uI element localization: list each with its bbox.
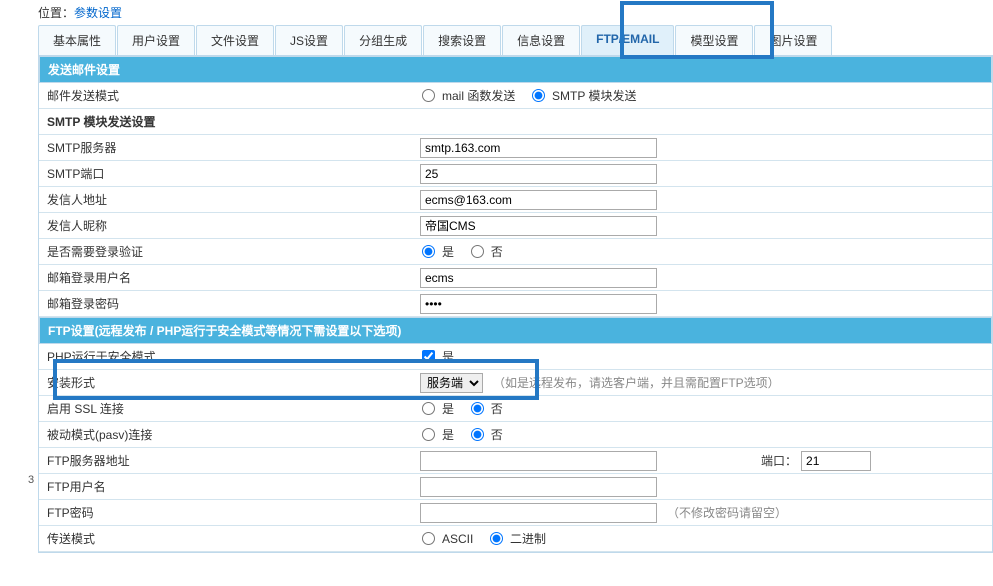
install-type-hint: （如是远程发布，请选客户端，并且需配置FTP选项） (493, 374, 780, 391)
smtp-port-input[interactable] (420, 164, 657, 184)
ftp-pass-hint: （不修改密码请留空） (667, 504, 787, 521)
tab-file[interactable]: 文件设置 (196, 25, 274, 55)
mail-pass-input[interactable] (420, 294, 657, 314)
pasv-label: 被动模式(pasv)连接 (39, 422, 414, 447)
radio-need-login-yes[interactable] (422, 245, 435, 258)
port-label: 端口： (761, 452, 797, 469)
tab-basic[interactable]: 基本属性 (38, 25, 116, 55)
mail-user-input[interactable] (420, 268, 657, 288)
radio-ssl-no[interactable] (471, 402, 484, 415)
ftp-addr-input[interactable] (420, 451, 657, 471)
install-type-select[interactable]: 服务端 (420, 373, 483, 393)
radio-smtp-label: SMTP 模块发送 (552, 87, 636, 104)
tab-info[interactable]: 信息设置 (502, 25, 580, 55)
tab-image[interactable]: 图片设置 (754, 25, 832, 55)
ftp-user-label: FTP用户名 (39, 474, 414, 499)
location-link[interactable]: 参数设置 (74, 6, 122, 20)
ssl-label: 启用 SSL 连接 (39, 396, 414, 421)
smtp-server-label: SMTP服务器 (39, 135, 414, 160)
from-nick-input[interactable] (420, 216, 657, 236)
smtp-server-input[interactable] (420, 138, 657, 158)
ftp-section-header: FTP设置(远程发布 / PHP运行于安全模式等情况下需设置以下选项) (39, 317, 992, 344)
radio-mail-func-label: mail 函数发送 (442, 87, 515, 104)
ftp-addr-label: FTP服务器地址 (39, 448, 414, 473)
ftp-port-input[interactable] (801, 451, 871, 471)
tab-group[interactable]: 分组生成 (344, 25, 422, 55)
breadcrumb: 位置：参数设置 (38, 2, 993, 21)
ftp-pass-label: FTP密码 (39, 500, 414, 525)
from-addr-input[interactable] (420, 190, 657, 210)
radio-need-login-no[interactable] (471, 245, 484, 258)
radio-no-label: 否 (491, 243, 503, 260)
tab-model[interactable]: 模型设置 (675, 25, 753, 55)
ftp-user-input[interactable] (420, 477, 657, 497)
php-safe-label: PHP运行于安全模式 (39, 344, 414, 369)
page-number: 3 (28, 474, 34, 486)
tab-search[interactable]: 搜索设置 (423, 25, 501, 55)
ftp-pass-input[interactable] (420, 503, 657, 523)
send-mode-label: 邮件发送模式 (39, 83, 414, 108)
radio-ascii[interactable] (422, 532, 435, 545)
tabs-bar: 基本属性 用户设置 文件设置 JS设置 分组生成 搜索设置 信息设置 FTP/E… (38, 25, 993, 56)
mail-pass-label: 邮箱登录密码 (39, 291, 414, 316)
smtp-group-label: SMTP 模块发送设置 (39, 109, 414, 134)
mail-user-label: 邮箱登录用户名 (39, 265, 414, 290)
location-label: 位置： (38, 6, 74, 20)
tab-js[interactable]: JS设置 (275, 25, 343, 55)
radio-mail-func[interactable] (422, 89, 435, 102)
from-nick-label: 发信人昵称 (39, 213, 414, 238)
radio-pasv-no[interactable] (471, 428, 484, 441)
radio-smtp[interactable] (532, 89, 545, 102)
trans-mode-label: 传送模式 (39, 526, 414, 551)
radio-pasv-yes[interactable] (422, 428, 435, 441)
checkbox-php-safe[interactable] (422, 350, 435, 363)
install-type-label: 安装形式 (39, 370, 414, 395)
mail-section-header: 发送邮件设置 (39, 56, 992, 83)
radio-ssl-yes[interactable] (422, 402, 435, 415)
content: 发送邮件设置 邮件发送模式 mail 函数发送 SMTP 模块发送 SMTP 模… (38, 56, 993, 553)
radio-binary[interactable] (490, 532, 503, 545)
tab-user[interactable]: 用户设置 (117, 25, 195, 55)
radio-yes-label: 是 (442, 243, 454, 260)
smtp-port-label: SMTP端口 (39, 161, 414, 186)
need-login-label: 是否需要登录验证 (39, 239, 414, 264)
from-addr-label: 发信人地址 (39, 187, 414, 212)
tab-ftp-email[interactable]: FTP/EMAIL (581, 25, 674, 55)
checkbox-php-safe-label: 是 (442, 348, 454, 365)
